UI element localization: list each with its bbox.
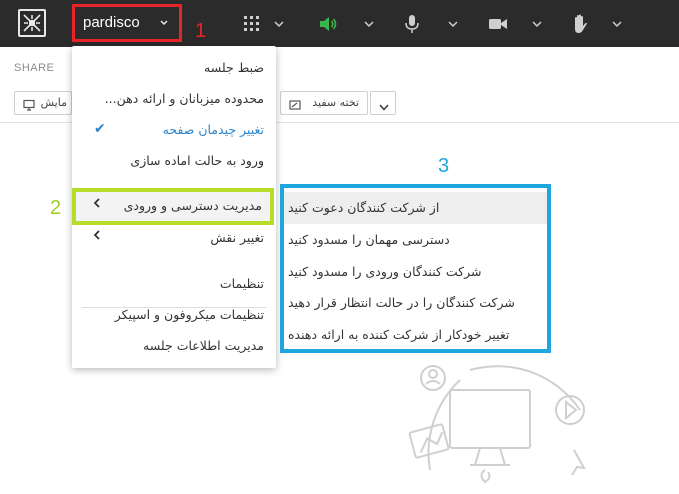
menu-item-label: تنظیمات	[219, 276, 264, 291]
callout-number-2: 2	[50, 197, 62, 219]
menu-item-label: مدیریت دسترسی و ورودی	[123, 198, 262, 213]
submenu-item-label: از شرکت کنندگان دعوت کنید	[288, 200, 440, 215]
menu-item-label: مدیریت اطلاعات جلسه	[143, 338, 264, 353]
menu-item-record-session[interactable]: ضبط جلسه	[72, 53, 276, 83]
whiteboard-button[interactable]: تخته سفید	[280, 91, 368, 115]
menu-item-access-management-inner: مدیریت دسترسی و ورودی	[76, 192, 270, 222]
whiteboard-icon	[289, 97, 301, 119]
share-section-label: SHARE	[14, 62, 55, 74]
menu-item-settings[interactable]: تنظیمات	[72, 269, 276, 299]
menu-item-label: تغییر چیدمان صفحه	[162, 122, 264, 137]
menu-item-host-scope[interactable]: محدوده میزبانان و ارائه دهن...	[72, 84, 276, 114]
camera-chevron-icon[interactable]	[530, 16, 544, 30]
menu-item-access-management[interactable]: مدیریت دسترسی و ورودی	[72, 188, 274, 225]
menu-item-label: محدوده میزبانان و ارائه دهن...	[104, 91, 264, 106]
submenu-item-block-guests[interactable]: دسترسی مهمان را مسدود کنید	[284, 224, 547, 256]
access-management-submenu: از شرکت کنندگان دعوت کنید دسترسی مهمان ر…	[280, 184, 551, 353]
monitor-icon	[23, 97, 35, 119]
menu-item-label: تنظیمات میکروفون و اسپیکر	[114, 307, 264, 322]
menu-item-change-layout[interactable]: ✔ تغییر چیدمان صفحه	[72, 115, 276, 145]
chevron-left-icon	[92, 228, 102, 246]
apps-chevron-icon[interactable]	[272, 16, 286, 30]
submenu-item-label: تغییر خودکار از شرکت کننده به ارائه دهند…	[288, 327, 510, 342]
empty-state-illustration	[400, 350, 620, 494]
share-screen-button[interactable]: مایش	[14, 91, 72, 115]
submenu-item-waiting-room[interactable]: شرکت کنندگان را در حالت انتظار قرار دهید	[284, 287, 547, 319]
submenu-item-block-incoming[interactable]: شرکت کنندگان ورودی را مسدود کنید	[284, 256, 547, 288]
callout-number-3: 3	[438, 155, 450, 177]
raise-hand-chevron-icon[interactable]	[610, 16, 624, 30]
top-toolbar: pardisco	[0, 0, 679, 47]
menu-item-change-role[interactable]: تغییر نقش	[72, 223, 276, 253]
menu-item-label: ورود به حالت اماده سازی	[130, 153, 264, 168]
checkmark-icon: ✔	[94, 121, 106, 137]
submenu-item-invite-participants[interactable]: از شرکت کنندگان دعوت کنید	[284, 192, 547, 224]
speaker-chevron-icon[interactable]	[362, 16, 376, 30]
submenu-item-label: دسترسی مهمان را مسدود کنید	[288, 232, 450, 247]
menu-item-session-info[interactable]: مدیریت اطلاعات جلسه	[72, 331, 276, 361]
microphone-icon[interactable]	[400, 12, 424, 36]
menu-item-audio-settings[interactable]: تنظیمات میکروفون و اسپیکر	[72, 300, 276, 330]
submenu-item-auto-presenter[interactable]: تغییر خودکار از شرکت کننده به ارائه دهند…	[284, 319, 547, 351]
logo-icon	[18, 9, 46, 37]
submenu-item-label: شرکت کنندگان ورودی را مسدود کنید	[288, 264, 482, 279]
apps-grid-icon[interactable]	[240, 12, 264, 36]
room-menu-button[interactable]: pardisco	[72, 4, 182, 42]
whiteboard-label: تخته سفید	[312, 96, 359, 109]
callout-number-1: 1	[195, 20, 207, 42]
share-screen-label: مایش	[40, 96, 67, 109]
chevron-left-icon	[92, 196, 102, 214]
chevron-down-icon	[378, 99, 390, 121]
whiteboard-dropdown-button[interactable]	[370, 91, 396, 115]
menu-item-prep-mode[interactable]: ورود به حالت اماده سازی	[72, 146, 276, 176]
camera-icon[interactable]	[486, 12, 510, 36]
submenu-item-label: شرکت کنندگان را در حالت انتظار قرار دهید	[288, 295, 515, 310]
menu-item-label: تغییر نقش	[210, 230, 264, 245]
menu-item-label: ضبط جلسه	[204, 60, 264, 75]
room-name: pardisco	[83, 14, 140, 31]
speaker-icon[interactable]	[316, 12, 340, 36]
microphone-chevron-icon[interactable]	[446, 16, 460, 30]
raise-hand-icon[interactable]	[568, 12, 592, 36]
